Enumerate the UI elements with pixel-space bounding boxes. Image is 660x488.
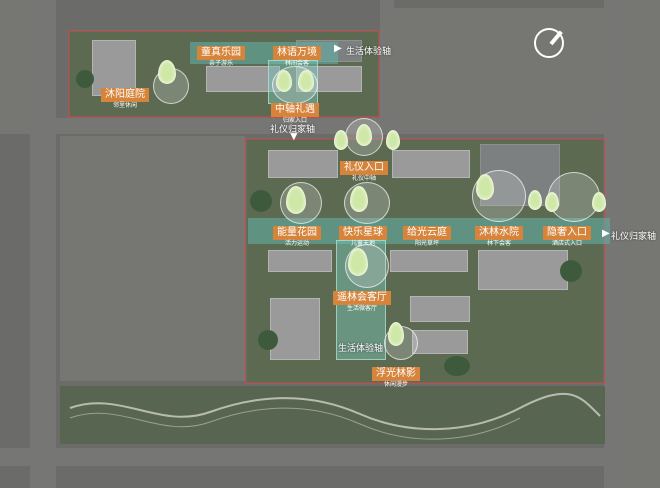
tree-marker-icon [476,174,494,200]
label-subtitle: 亲子游乐 [208,60,233,67]
building [392,150,470,178]
label-yinshe: 隐奢入口 酒店式入口 [538,222,596,247]
label-subtitle: 阳光草坪 [414,240,439,247]
label-kuaile: 快乐星球 儿童天地 [334,222,392,247]
tree-marker-icon [388,322,404,346]
label-subtitle: 林下会客 [486,240,511,247]
label-liyi: 礼仪入口 礼仪中轴 [335,157,393,182]
tree-marker-icon [298,70,314,92]
label-title: 沐林水院 [475,226,523,240]
label-title: 浮光林影 [372,367,420,381]
label-subtitle: 生活微客厅 [346,305,377,312]
label-muyang: 沐阳庭院 邻里休闲 [96,84,154,109]
life-axis-tag-bottom: 生活体验轴 [338,344,384,354]
site-plan-map: 童真乐园 亲子游乐 林语万境 林间会客 沐阳庭院 邻里休闲 中轴礼遇 归家入口 … [0,0,660,488]
road-east [604,0,630,488]
building [268,150,338,178]
label-title: 能量花园 [273,226,321,240]
greenbelt-path [69,392,601,440]
label-title: 童真乐园 [197,46,245,60]
label-geguang: 给光云庭 阳光草坪 [398,222,456,247]
label-subtitle: 礼仪中轴 [351,175,376,182]
label-subtitle: 儿童天地 [350,240,375,247]
tree [444,356,470,376]
ceremony-axis-tag-top: 礼仪归家轴 [270,125,316,135]
block-east [630,0,660,488]
label-title: 遥林会客厅 [333,291,391,305]
arrow-right-icon: ▶ [334,43,342,54]
label-subtitle: 酒店式入口 [551,240,582,247]
label-title: 沐阳庭院 [101,88,149,102]
tree-marker-icon [592,192,606,212]
label-subtitle: 邻里休闲 [112,102,137,109]
label-title: 中轴礼遇 [271,103,319,117]
block-west [60,136,245,381]
building [412,330,468,354]
label-mulin: 沐林水院 林下会客 [470,222,528,247]
tree-marker-icon [286,186,306,214]
label-subtitle: 休闲漫步 [383,381,408,388]
label-nengliang: 能量花园 活力运动 [268,222,326,247]
building [268,250,332,272]
road-middle [380,0,394,135]
building [270,298,320,360]
label-subtitle: 林间会客 [284,60,309,67]
life-axis-tag-top: 生活体验轴 [346,47,392,57]
block-northwest [0,0,30,118]
label-title: 隐奢入口 [543,226,591,240]
tree-marker-icon [350,186,368,212]
road-west [30,0,56,488]
label-title: 林语万境 [273,46,321,60]
label-fuguang: 浮光林影 休闲漫步 [364,363,428,388]
tree [76,70,94,88]
tree-marker-icon [348,248,368,276]
tree-marker-icon [276,70,292,92]
label-tongzhen: 童真乐园 亲子游乐 [192,42,250,67]
tree-marker-icon [545,192,559,212]
label-title: 给光云庭 [403,226,451,240]
block-north-right [394,8,604,118]
building [410,296,470,322]
road-north [0,118,660,134]
tree [250,190,272,212]
label-yaolin: 遥林会客厅 生活微客厅 [330,287,394,312]
building [390,250,468,272]
tree-marker-icon [334,130,348,150]
tree-marker-icon [386,130,400,150]
arrow-right-icon: ▶ [602,228,610,239]
compass-icon [534,28,564,58]
ceremony-axis-tag-right: 礼仪归家轴 [611,232,657,242]
tree [560,260,582,282]
tree-marker-icon [356,124,372,146]
label-title: 礼仪入口 [340,161,388,175]
building [478,250,568,290]
label-subtitle: 活力运动 [284,240,309,247]
tree-marker-icon [528,190,542,210]
label-title: 快乐星球 [339,226,387,240]
tree-marker-icon [158,60,176,84]
road-south [0,448,660,466]
label-zhongzhou: 中轴礼遇 归家入口 [266,99,324,124]
tree [258,330,278,350]
label-linyu: 林语万境 林间会客 [268,42,326,67]
